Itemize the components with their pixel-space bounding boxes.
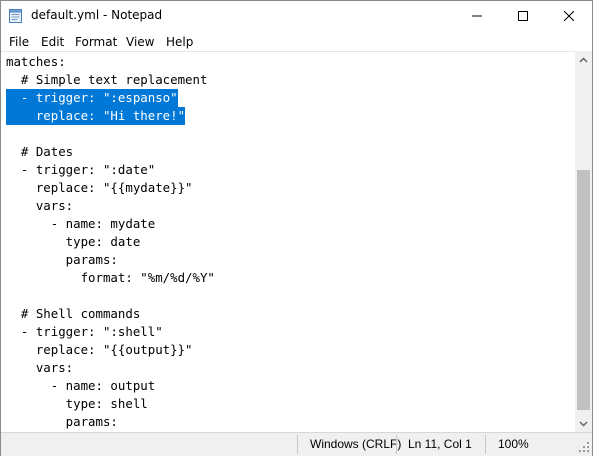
title-bar[interactable]: default.yml - Notepad (1, 1, 592, 31)
status-divider (396, 435, 397, 454)
notepad-app-icon (9, 9, 22, 23)
minimize-icon (472, 15, 482, 17)
editor-line: vars: (6, 360, 74, 375)
vertical-scrollbar[interactable] (575, 51, 592, 432)
editor-line: - trigger: ":shell" (6, 324, 163, 339)
editor-line: replace: "{{output}}" (6, 342, 193, 357)
chevron-down-icon (579, 421, 588, 426)
editor-line: matches: (6, 54, 66, 69)
resize-grip-icon[interactable] (579, 442, 590, 453)
window-title: default.yml - Notepad (31, 8, 163, 22)
chevron-up-icon (579, 57, 588, 62)
editor-line: # Dates (6, 144, 74, 159)
notepad-window: default.yml - Notepad File Edit Format V… (0, 0, 593, 456)
status-divider (297, 435, 298, 454)
close-button[interactable] (546, 1, 592, 31)
editor-line: format: "%m/%d/%Y" (6, 270, 215, 285)
editor-line: type: date (6, 234, 141, 249)
editor-line: - trigger: ":date" (6, 162, 156, 177)
editor-line: # Shell commands (6, 306, 141, 321)
menu-help[interactable]: Help (166, 35, 193, 49)
text-editor[interactable]: matches: # Simple text replacement - tri… (1, 51, 575, 433)
editor-line: # Simple text replacement (6, 72, 208, 87)
editor-line: vars: (6, 198, 74, 213)
menu-bar: File Edit Format View Help (1, 32, 592, 51)
editor-line: replace: "{{mydate}}" (6, 180, 193, 195)
scroll-up-button[interactable] (575, 51, 592, 68)
menu-view[interactable]: View (126, 35, 154, 49)
cursor-position-status: Ln 11, Col 1 (408, 437, 472, 451)
editor-line-selected: - trigger: ":espanso" (6, 89, 178, 107)
editor-line: params: (6, 414, 118, 429)
editor-line: params: (6, 252, 118, 267)
editor-line-selected: replace: "Hi there!" (6, 107, 186, 125)
maximize-button[interactable] (500, 1, 546, 31)
scrollbar-thumb[interactable] (577, 170, 590, 410)
status-bar: Windows (CRLF) Ln 11, Col 1 100% (1, 432, 592, 456)
editor-line: - name: mydate (6, 216, 156, 231)
close-icon (564, 11, 574, 21)
line-ending-status: Windows (CRLF) (310, 437, 402, 451)
zoom-status: 100% (498, 437, 529, 451)
scroll-down-button[interactable] (575, 415, 592, 432)
menu-format[interactable]: Format (75, 35, 117, 49)
editor-line: - name: output (6, 378, 156, 393)
maximize-icon (518, 11, 528, 21)
status-divider (485, 435, 486, 454)
editor-line: type: shell (6, 396, 148, 411)
menu-edit[interactable]: Edit (41, 35, 64, 49)
menu-file[interactable]: File (9, 35, 29, 49)
minimize-button[interactable] (454, 1, 500, 31)
